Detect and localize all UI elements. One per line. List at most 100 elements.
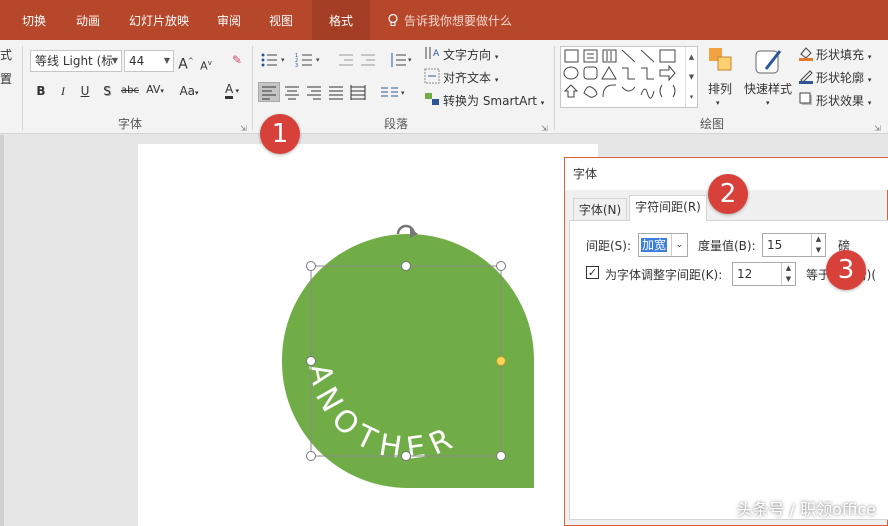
quick-styles-dropdown-icon[interactable]: ▾	[766, 94, 770, 112]
dialog-tab-font[interactable]: 字体(N)	[573, 198, 627, 220]
align-text-icon	[424, 68, 440, 84]
shapes-gallery[interactable]: ▲ ▼ ▾	[560, 46, 698, 108]
tell-me-search[interactable]: 告诉我你想要做什么	[404, 0, 524, 40]
italic-button[interactable]: I	[55, 82, 71, 100]
watermark: 头条号 / 职领office	[736, 500, 876, 519]
svg-text:▾: ▾	[281, 56, 285, 64]
align-right-button[interactable]	[304, 83, 324, 101]
text-direction-button[interactable]: 文字方向 ▾	[443, 46, 498, 63]
shape-fill-label: 形状填充	[816, 48, 865, 62]
arrange-button[interactable]: 排列	[708, 80, 732, 97]
callout-1: 1	[260, 114, 300, 154]
smartart-icon	[424, 91, 440, 107]
callout-2: 2	[708, 174, 748, 214]
underline-button[interactable]: U	[77, 82, 93, 100]
kerning-checkbox[interactable]: ✓	[586, 266, 599, 279]
svg-text:▾: ▾	[316, 56, 320, 64]
svg-text:▾: ▾	[408, 56, 412, 64]
clipped-label-a[interactable]: 式	[0, 46, 12, 63]
bold-button[interactable]: B	[33, 82, 49, 100]
spacing-select[interactable]: 加宽 ⌄	[638, 233, 688, 257]
text-direction-label: 文字方向	[443, 48, 492, 62]
quick-styles-icon	[752, 45, 786, 79]
resize-handle-bl[interactable]	[306, 451, 316, 461]
change-case-label: Aa	[179, 84, 196, 98]
gallery-scroll[interactable]: ▲ ▼ ▾	[685, 47, 697, 107]
distributed-button[interactable]	[348, 83, 368, 101]
shape-outline-button[interactable]: 形状轮廓 ▾	[816, 69, 871, 86]
kerning-spinner[interactable]: ▲ ▼	[781, 263, 795, 285]
spacing-select-value: 加宽	[641, 238, 668, 252]
slide-pane-edge	[0, 135, 4, 526]
arrange-icon	[706, 45, 736, 75]
numbering-icon[interactable]: 1 2 3 ▾	[295, 52, 323, 69]
kerning-input[interactable]: 12 ▲ ▼	[732, 262, 796, 286]
increase-indent-icon[interactable]	[359, 52, 377, 68]
clear-format-icon[interactable]: ✎	[226, 51, 248, 69]
font-group-label: 字体	[118, 117, 143, 131]
tab-review[interactable]: 审阅	[206, 0, 252, 40]
resize-handle-l[interactable]	[306, 356, 316, 366]
measure-value: 15	[767, 238, 783, 252]
spacing-dropdown-icon[interactable]: ⌄	[671, 234, 687, 256]
measure-label: 度量值(B):	[698, 239, 756, 253]
shape-outline-label: 形状轮廓	[816, 71, 865, 85]
shape-effects-label: 形状效果	[816, 94, 865, 108]
measure-spinner[interactable]: ▲ ▼	[811, 234, 825, 256]
convert-smartart-button[interactable]: 转换为 SmartArt ▾	[443, 92, 544, 109]
bullets-icon[interactable]: ▾	[260, 52, 288, 68]
tab-format[interactable]: 格式	[312, 0, 370, 40]
decrease-indent-icon[interactable]	[337, 52, 355, 68]
shape-fill-button[interactable]: 形状填充 ▾	[816, 46, 871, 63]
text-shadow-button[interactable]: S	[99, 82, 115, 100]
resize-handle-b[interactable]	[401, 451, 411, 461]
font-color-label: A	[225, 82, 234, 99]
shrink-font-icon[interactable]: Av	[199, 54, 213, 76]
resize-handle-tl[interactable]	[306, 261, 316, 271]
kerning-value: 12	[737, 267, 753, 281]
char-spacing-label: AV	[146, 83, 161, 96]
menu-bar: 切换 动画 幻灯片放映 审阅 视图 格式 告诉我你想要做什么	[0, 0, 888, 40]
measure-input[interactable]: 15 ▲ ▼	[762, 233, 826, 257]
justify-button[interactable]	[326, 83, 346, 101]
lightbulb-icon	[386, 13, 400, 27]
change-case-button[interactable]: Aa▾	[176, 82, 202, 102]
tab-slideshow[interactable]: 幻灯片放映	[118, 0, 200, 40]
shape-effects-icon	[798, 91, 814, 107]
teardrop-shape[interactable]: ANOTHER	[270, 220, 540, 496]
resize-handle-t[interactable]	[401, 261, 411, 271]
tab-transitions[interactable]: 切换	[8, 0, 60, 40]
align-center-button[interactable]	[282, 83, 302, 101]
font-name-select[interactable]: 等线 Light (标 ▼	[30, 50, 122, 72]
resize-handle-br[interactable]	[496, 451, 506, 461]
adjust-handle[interactable]	[496, 356, 506, 366]
svg-text:3: 3	[295, 63, 298, 68]
svg-text:▾: ▾	[401, 89, 405, 97]
paragraph-group-label: 段落	[384, 117, 409, 131]
spacing-label: 间距(S):	[586, 239, 632, 253]
dialog-tab-spacing[interactable]: 字符间距(R)	[629, 195, 707, 221]
grow-font-icon[interactable]: A^	[178, 52, 194, 74]
arrange-dropdown-icon[interactable]: ▾	[716, 94, 720, 112]
tab-view[interactable]: 视图	[258, 0, 304, 40]
svg-text:A: A	[433, 49, 440, 59]
tab-animations[interactable]: 动画	[62, 0, 114, 40]
ribbon: 式 置 等线 Light (标 ▼ 44 ▼ A^ Av ✎ B I U S abc…	[0, 40, 888, 134]
drawing-group-label: 绘图	[700, 117, 725, 131]
shape-effects-button[interactable]: 形状效果 ▾	[816, 92, 871, 109]
kerning-label: 为字体调整字间距(K):	[605, 268, 723, 282]
char-spacing-button[interactable]: AV▾	[144, 81, 166, 100]
align-text-button[interactable]: 对齐文本 ▾	[443, 69, 498, 86]
font-size-select[interactable]: 44 ▼	[124, 50, 174, 72]
strikethrough-button[interactable]: abc	[119, 82, 141, 100]
shape-outline-icon	[798, 68, 814, 84]
clipped-label-b[interactable]: 置	[0, 70, 12, 87]
shape-fill-icon	[798, 45, 814, 61]
convert-smartart-label: 转换为 SmartArt	[443, 94, 537, 108]
align-left-button[interactable]	[258, 82, 280, 102]
resize-handle-tr[interactable]	[496, 261, 506, 271]
align-text-label: 对齐文本	[443, 71, 492, 85]
font-color-button[interactable]: A ▾	[220, 80, 244, 100]
line-spacing-icon[interactable]: ▾	[389, 52, 415, 68]
columns-icon[interactable]: ▾	[378, 83, 408, 101]
